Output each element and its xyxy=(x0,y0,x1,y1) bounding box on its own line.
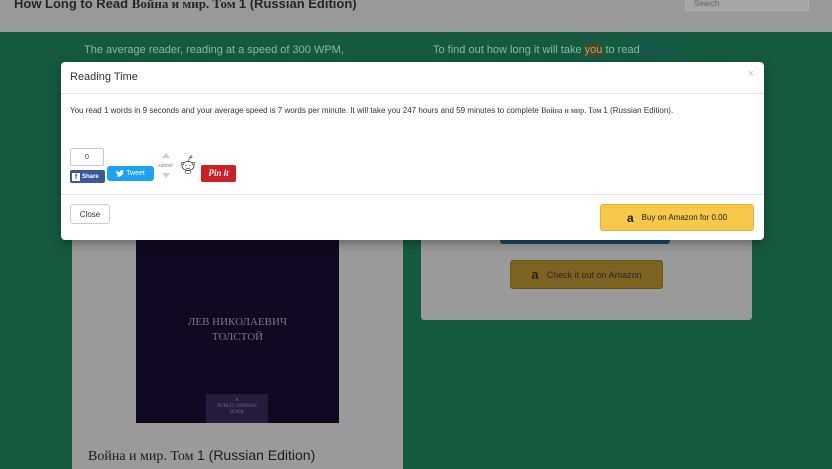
cover-author: ЛЕВ НИКОЛАЕВИЧ ТОЛСТОЙ xyxy=(187,316,288,343)
reddit-alien-icon xyxy=(181,155,195,174)
buy-on-amazon-button[interactable]: a Buy on Amazon for 0.00 xyxy=(600,204,754,231)
downvote-icon[interactable] xyxy=(162,173,170,178)
check-amazon-button[interactable]: a Check it out on Amazon xyxy=(510,260,663,289)
share-count: 0 xyxy=(70,148,104,166)
close-icon[interactable]: × xyxy=(748,68,754,80)
upvote-icon[interactable] xyxy=(162,153,170,158)
pin-it-button[interactable]: Pin it xyxy=(201,165,236,182)
cover-badge: A PUBLIC DOMAIN BOOK xyxy=(206,394,268,423)
divider xyxy=(61,93,764,94)
reading-result-message: You read 1 words in 9 seconds and your a… xyxy=(70,106,674,115)
search-input[interactable]: Search xyxy=(685,0,809,11)
divider xyxy=(61,194,764,195)
facebook-icon: f xyxy=(72,172,80,181)
average-reader-text: The average reader, reading at a speed o… xyxy=(84,44,344,56)
book-title: Война и мир. Том 1 (Russian Edition) xyxy=(88,447,316,464)
book-link[interactable]: Война и xyxy=(643,45,678,56)
facebook-share-button[interactable]: f Share xyxy=(70,170,105,183)
reddit-submit-label: submit xyxy=(158,163,173,169)
modal-title: Reading Time xyxy=(70,71,138,83)
reddit-submit-widget[interactable]: submit xyxy=(156,150,198,182)
book-cover: ЛЕВ НИКОЛАЕВИЧ ТОЛСТОЙ A PUBLIC DOMAIN BOOK xyxy=(136,236,339,423)
amazon-icon: a xyxy=(626,210,634,225)
amazon-icon: a xyxy=(531,267,539,282)
find-out-text: To find out how long it will take you to… xyxy=(433,44,678,56)
facebook-share: 0 f Share xyxy=(70,148,105,183)
close-button[interactable]: Close xyxy=(70,204,110,224)
page-title: How Long to Read Война и мир. Том 1 (Rus… xyxy=(14,0,357,11)
twitter-bird-icon xyxy=(116,170,125,177)
reading-time-modal: Reading Time × You read 1 words in 9 sec… xyxy=(61,62,764,240)
tweet-button[interactable]: Tweet xyxy=(107,166,154,181)
